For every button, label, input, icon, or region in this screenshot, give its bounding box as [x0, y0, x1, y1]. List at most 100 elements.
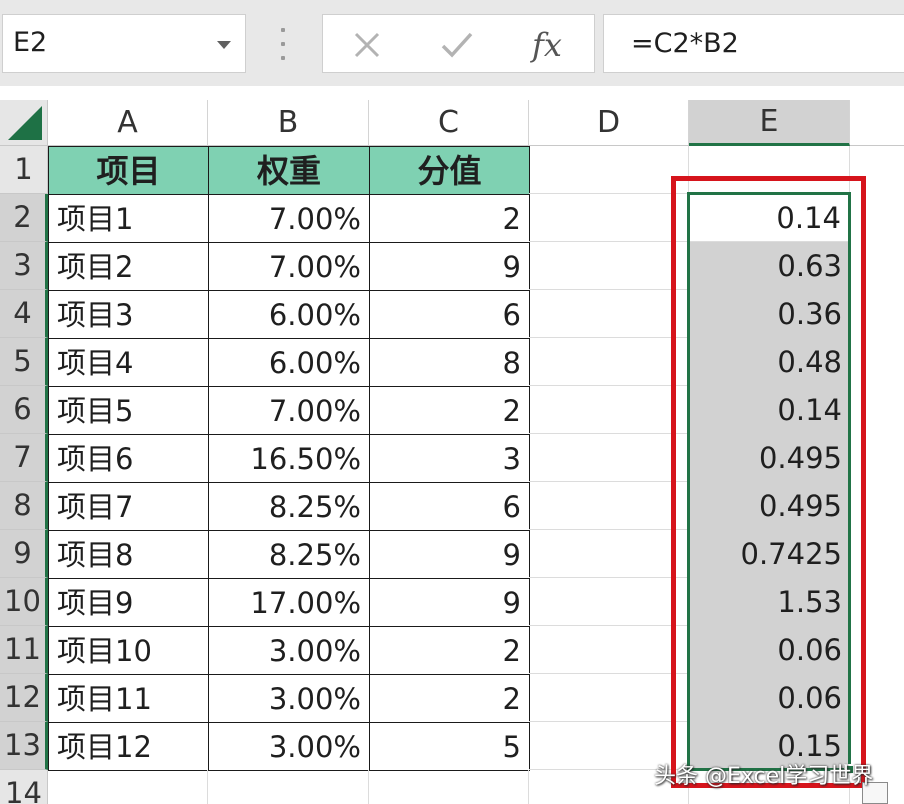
table-cell[interactable]: 项目10 — [48, 626, 209, 675]
watermark: 头条 @Excel学习世界 — [654, 764, 874, 789]
column-header-c[interactable]: C — [369, 100, 529, 146]
table-cell[interactable]: 7.00% — [208, 386, 370, 435]
cell-d[interactable] — [529, 578, 689, 626]
table-cell[interactable]: 2 — [369, 194, 530, 243]
cell-d[interactable] — [529, 482, 689, 530]
header-cell[interactable]: 权重 — [208, 146, 370, 195]
active-cell-e2[interactable]: 0.14 — [689, 194, 850, 242]
selected-cell[interactable]: 0.495 — [689, 482, 850, 530]
insert-function-button[interactable]: fx — [523, 23, 571, 67]
header-cell[interactable]: 项目 — [48, 146, 209, 195]
row-header-8[interactable]: 8 — [0, 482, 48, 530]
cell-row-14[interactable] — [48, 770, 208, 804]
selected-cell[interactable]: 0.63 — [689, 242, 850, 290]
column-header-d[interactable]: D — [529, 100, 689, 146]
cell-d[interactable] — [529, 674, 689, 722]
row-header-6[interactable]: 6 — [0, 386, 48, 434]
table-cell[interactable]: 项目6 — [48, 434, 209, 483]
column-header-b[interactable]: B — [208, 100, 369, 146]
table-cell[interactable]: 项目1 — [48, 194, 209, 243]
table-cell[interactable]: 6 — [369, 482, 530, 531]
name-box[interactable]: E2 — [2, 14, 246, 73]
table-cell[interactable]: 项目7 — [48, 482, 209, 531]
table-cell[interactable]: 9 — [369, 578, 530, 627]
table-cell[interactable]: 项目5 — [48, 386, 209, 435]
table-cell[interactable]: 6.00% — [208, 338, 370, 387]
table-cell[interactable]: 5 — [369, 722, 530, 771]
selected-cell[interactable]: 0.48 — [689, 338, 850, 386]
table-cell[interactable]: 9 — [369, 242, 530, 291]
selected-cell[interactable]: 1.53 — [689, 578, 850, 626]
cell-row-14[interactable] — [208, 770, 369, 804]
row-header-13[interactable]: 13 — [0, 722, 48, 770]
cell-d[interactable] — [529, 530, 689, 578]
table-cell[interactable]: 项目2 — [48, 242, 209, 291]
row-header-12[interactable]: 12 — [0, 674, 48, 722]
close-icon — [354, 32, 380, 58]
table-cell[interactable]: 项目4 — [48, 338, 209, 387]
selected-cell[interactable]: 0.36 — [689, 290, 850, 338]
name-box-value: E2 — [13, 27, 48, 58]
table-cell[interactable]: 项目3 — [48, 290, 209, 339]
row-header-3[interactable]: 3 — [0, 242, 48, 290]
table-cell[interactable]: 6.00% — [208, 290, 370, 339]
formula-bar-area: E2 fx =C2*B2 — [0, 0, 904, 86]
table-cell[interactable]: 7.00% — [208, 242, 370, 291]
table-cell[interactable]: 8.25% — [208, 482, 370, 531]
table-cell[interactable]: 17.00% — [208, 578, 370, 627]
table-cell[interactable]: 9 — [369, 530, 530, 579]
table-cell[interactable]: 3.00% — [208, 626, 370, 675]
drag-handle-icon[interactable] — [280, 28, 286, 60]
cancel-button[interactable] — [343, 23, 391, 67]
select-all-triangle-icon — [8, 106, 42, 140]
cell-d[interactable] — [529, 434, 689, 482]
row-header-1[interactable]: 1 — [0, 146, 48, 194]
selected-cell[interactable]: 0.06 — [689, 626, 850, 674]
chevron-down-icon[interactable] — [217, 41, 231, 49]
row-header-11[interactable]: 11 — [0, 626, 48, 674]
selected-cell[interactable]: 0.7425 — [689, 530, 850, 578]
row-header-10[interactable]: 10 — [0, 578, 48, 626]
table-cell[interactable]: 3 — [369, 434, 530, 483]
select-all-button[interactable] — [0, 100, 48, 146]
row-header-7[interactable]: 7 — [0, 434, 48, 482]
column-header-e[interactable]: E — [689, 100, 850, 146]
column-header-a[interactable]: A — [48, 100, 208, 146]
cell-d[interactable] — [529, 242, 689, 290]
formula-input[interactable]: =C2*B2 — [603, 14, 904, 73]
cell-d1[interactable] — [529, 146, 689, 194]
row-header-2[interactable]: 2 — [0, 194, 48, 242]
cell-d[interactable] — [529, 290, 689, 338]
header-cell[interactable]: 分值 — [369, 146, 530, 195]
cell-e1[interactable] — [689, 146, 850, 194]
table-cell[interactable]: 项目12 — [48, 722, 209, 771]
row-header-5[interactable]: 5 — [0, 338, 48, 386]
cell-d[interactable] — [529, 194, 689, 242]
table-cell[interactable]: 8 — [369, 338, 530, 387]
table-cell[interactable]: 2 — [369, 626, 530, 675]
table-cell[interactable]: 16.50% — [208, 434, 370, 483]
cell-row-14[interactable] — [369, 770, 529, 804]
enter-button[interactable] — [433, 23, 481, 67]
column-header-f[interactable] — [850, 100, 904, 146]
table-cell[interactable]: 项目9 — [48, 578, 209, 627]
table-cell[interactable]: 项目8 — [48, 530, 209, 579]
cell-d[interactable] — [529, 386, 689, 434]
table-cell[interactable]: 项目11 — [48, 674, 209, 723]
cell-d[interactable] — [529, 338, 689, 386]
table-cell[interactable]: 6 — [369, 290, 530, 339]
selected-cell[interactable]: 0.14 — [689, 386, 850, 434]
checkmark-icon — [441, 32, 473, 58]
table-cell[interactable]: 8.25% — [208, 530, 370, 579]
row-header-14[interactable]: 14 — [0, 770, 48, 804]
row-header-9[interactable]: 9 — [0, 530, 48, 578]
cell-d[interactable] — [529, 626, 689, 674]
row-header-4[interactable]: 4 — [0, 290, 48, 338]
table-cell[interactable]: 3.00% — [208, 722, 370, 771]
table-cell[interactable]: 2 — [369, 386, 530, 435]
table-cell[interactable]: 3.00% — [208, 674, 370, 723]
table-cell[interactable]: 7.00% — [208, 194, 370, 243]
selected-cell[interactable]: 0.06 — [689, 674, 850, 722]
table-cell[interactable]: 2 — [369, 674, 530, 723]
selected-cell[interactable]: 0.495 — [689, 434, 850, 482]
